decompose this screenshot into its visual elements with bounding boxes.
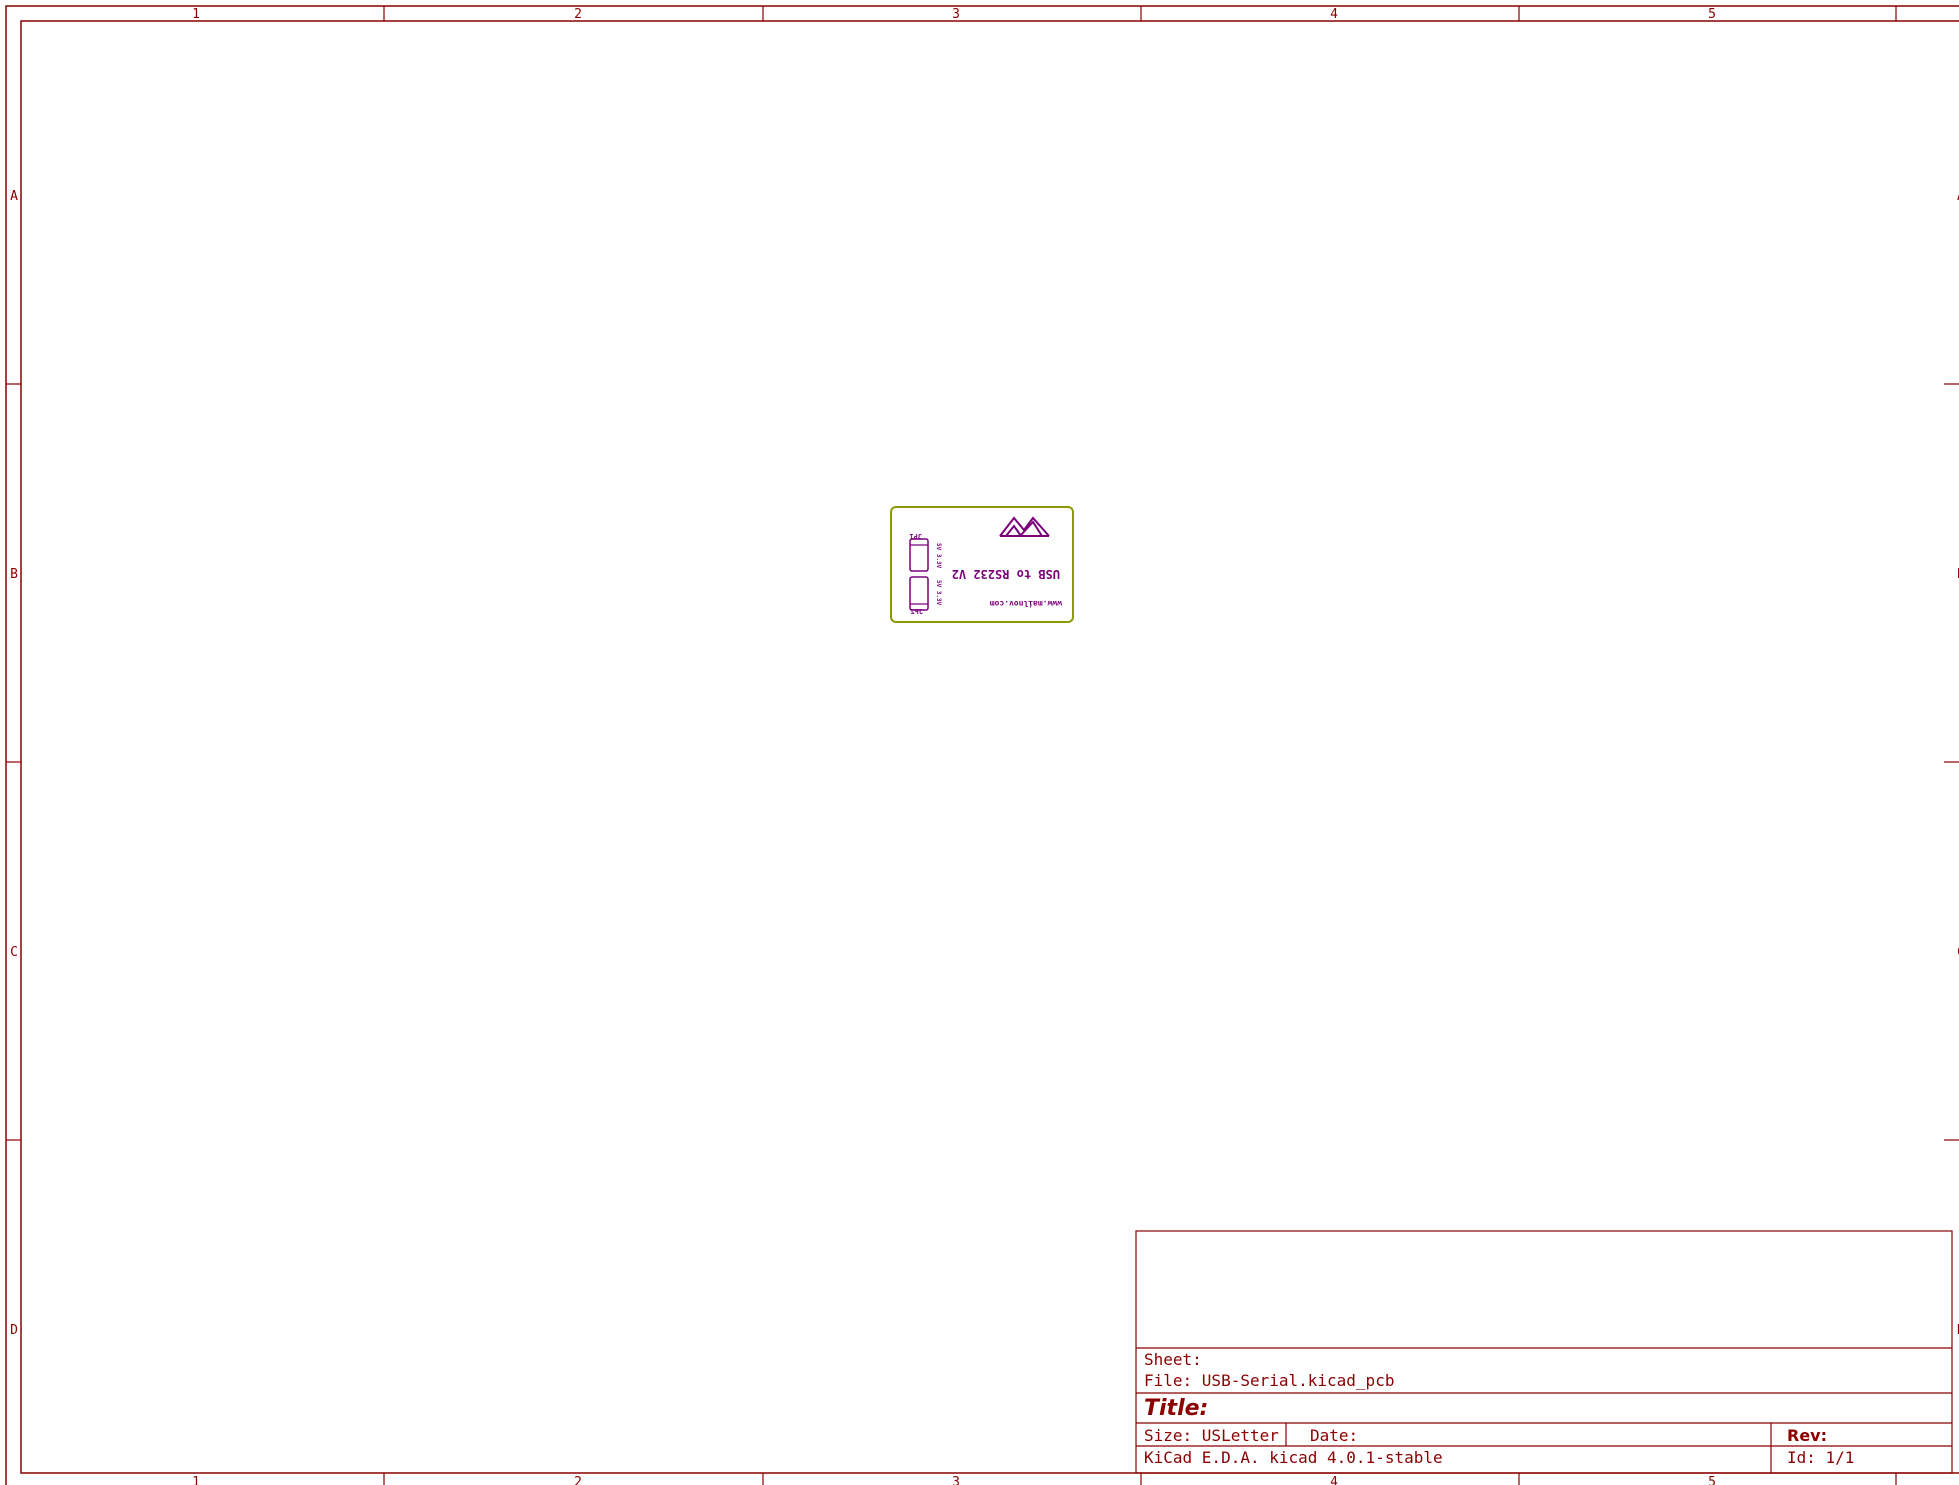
col-ref-bottom-5: 5: [1708, 1475, 1716, 1485]
row-ref-left-d: D: [10, 1323, 18, 1338]
row-ref-left-c: C: [10, 945, 18, 960]
col-ref-bottom-3: 3: [952, 1475, 960, 1485]
col-ref-bottom-2: 2: [574, 1475, 582, 1485]
id-label: Id: 1/1: [1787, 1448, 1854, 1467]
row-ref-left-a: A: [10, 189, 18, 204]
date-label: Date:: [1310, 1426, 1358, 1445]
col-ref-top-2: 2: [574, 7, 582, 22]
title-label: Title:: [1144, 1396, 1208, 1421]
col-ref-bottom-1: 1: [192, 1475, 200, 1485]
col-ref-top-1: 1: [192, 7, 200, 22]
top-column-dividers: [383, 6, 1897, 21]
jp1-footprint: [909, 538, 929, 572]
inner-border: [20, 20, 1959, 1474]
jp1-side-text: 5V 3.3V: [935, 543, 942, 569]
col-ref-top-5: 5: [1708, 7, 1716, 22]
right-row-dividers: [1944, 383, 1959, 1141]
file-label: File: USB-Serial.kicad_pcb: [1144, 1371, 1394, 1390]
drawing-sheet: 1 2 3 4 5 1 2 3 4 5 A B C D A B C D Shee…: [5, 5, 1959, 1485]
jp2-side-text: 5V 3.3V: [935, 580, 942, 606]
kicad-label: KiCad E.D.A. kicad 4.0.1-stable: [1144, 1448, 1443, 1467]
outer-border: [5, 5, 1959, 1485]
col-ref-top-4: 4: [1330, 7, 1338, 22]
board-title-text: USB to RS232 V2: [952, 567, 1060, 581]
left-row-dividers: [6, 383, 21, 1141]
jp2-footprint: [909, 576, 929, 611]
jp1-label: JP1: [909, 532, 922, 540]
jp2-label: JP2: [910, 608, 923, 616]
pcb-board[interactable]: USB to RS232 V2 www.mailnov.com JP1 5V 3…: [890, 506, 1074, 623]
col-ref-top-3: 3: [952, 7, 960, 22]
row-ref-left-b: B: [10, 567, 18, 582]
sheet-label: Sheet:: [1144, 1350, 1202, 1369]
title-block: Sheet: File: USB-Serial.kicad_pcb Title:…: [1135, 1230, 1953, 1474]
bottom-column-dividers: [383, 1473, 1897, 1485]
mountain-logo-icon: [999, 516, 1050, 537]
rev-label: Rev:: [1787, 1426, 1827, 1445]
board-url-text: www.mailnov.com: [990, 599, 1062, 609]
col-ref-bottom-4: 4: [1330, 1475, 1338, 1485]
size-label: Size: USLetter: [1144, 1426, 1279, 1445]
